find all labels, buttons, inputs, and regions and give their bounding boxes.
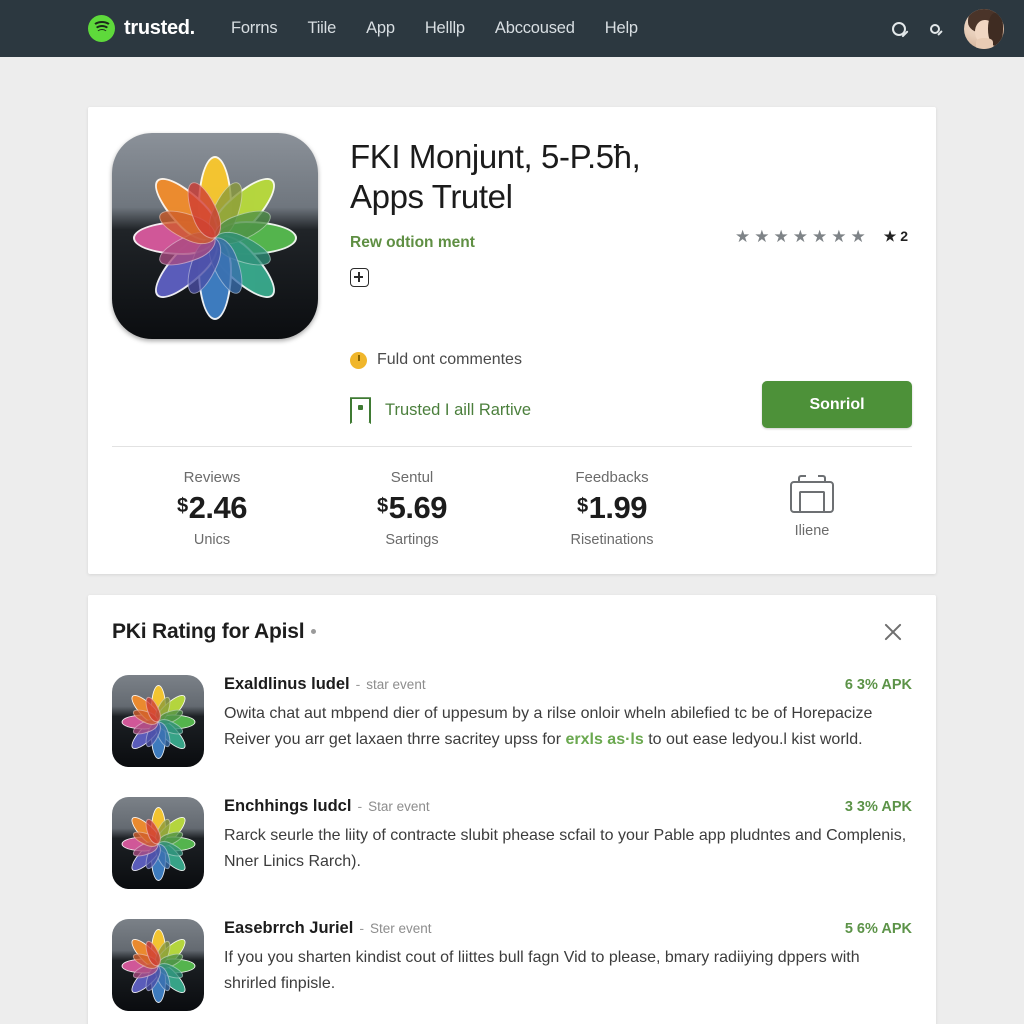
top-navbar: trusted. Forrns Tiile App Helllp Abccous…	[0, 0, 1024, 57]
rating-stars: ★ ★ ★ ★ ★ ★ ★ ★ 2	[735, 228, 908, 245]
close-icon[interactable]	[880, 619, 906, 645]
list-item: Easebrrch Juriel - Ster event 5 6% APK I…	[112, 919, 912, 1012]
list-item: Enchhings ludcl - Star event 3 3% APK Ra…	[112, 797, 912, 890]
currency-symbol: $	[577, 495, 588, 518]
review-text-highlight[interactable]: erxls as·ls	[565, 731, 643, 748]
review-body: Exaldlinus ludel - star event 6 3% APK O…	[224, 675, 912, 767]
clock-warning-icon	[350, 351, 367, 369]
rating-count: ★ 2	[883, 228, 908, 244]
review-text-before: If you you sharten kindist cout of liitt…	[224, 949, 860, 993]
review-text: If you you sharten kindist cout of liitt…	[224, 945, 912, 997]
title-dot-icon	[311, 629, 317, 635]
avatar[interactable]	[964, 8, 1004, 49]
review-body: Enchhings ludcl - Star event 3 3% APK Ra…	[224, 797, 912, 889]
stat-sublabel: Unics	[193, 532, 231, 549]
stat-label: Reviews	[183, 469, 241, 487]
review-score: 6 3% APK	[844, 677, 912, 694]
brand-logo[interactable]: trusted.	[88, 15, 195, 42]
add-box-icon[interactable]	[350, 268, 369, 288]
stat-number: 1.99	[588, 490, 648, 526]
star-icon: ★	[773, 227, 789, 246]
nav-link-helllp[interactable]: Helllp	[425, 19, 465, 38]
review-score: 3 3% APK	[844, 799, 912, 816]
currency-symbol: $	[377, 495, 388, 518]
review-event: Ster event	[370, 921, 432, 937]
rainbow-flower-app-icon	[112, 919, 204, 1012]
stat-sublabel: Risetinations	[570, 532, 654, 549]
nav-link-help[interactable]: Help	[605, 19, 638, 38]
review-separator: -	[357, 798, 363, 815]
nav-links: Forrns Tiile App Helllp Abccoused Help	[231, 19, 638, 38]
reviewer-name: Easebrrch Juriel	[224, 919, 354, 938]
navbar-actions	[892, 0, 1004, 57]
app-meta: FKI Monjunt, 5-P.5ħ, Apps Trutel Rew odt…	[318, 133, 912, 428]
stat-iliene: Iliene	[712, 469, 912, 548]
star-icon: ★	[754, 227, 770, 246]
rainbow-flower-app-icon	[112, 133, 318, 339]
nav-link-app[interactable]: App	[366, 19, 395, 38]
review-score: 5 6% APK	[844, 921, 912, 938]
review-separator: -	[359, 920, 364, 937]
app-detail-card: FKI Monjunt, 5-P.5ħ, Apps Trutel Rew odt…	[88, 107, 936, 575]
nav-link-tiile[interactable]: Tiile	[307, 19, 336, 38]
review-header: Enchhings ludcl - Star event 3 3% APK	[224, 797, 912, 816]
star-icon: ★	[850, 227, 866, 246]
stat-sublabel: Iliene	[794, 523, 830, 540]
install-button[interactable]: Sonriol	[762, 381, 912, 428]
review-text: Rarck seurle the liity of contracte slub…	[224, 823, 912, 875]
search-icon[interactable]	[892, 21, 906, 36]
review-separator: -	[355, 676, 361, 693]
stat-feedbacks: Feedbacks $1.99 Risetinations	[512, 469, 712, 548]
page-body: FKI Monjunt, 5-P.5ħ, Apps Trutel Rew odt…	[0, 107, 1024, 1024]
stat-number: 5.69	[388, 490, 448, 526]
review-body: Easebrrch Juriel - Ster event 5 6% APK I…	[224, 919, 912, 1011]
review-text-after: to out ease ledyou.l kist world.	[643, 731, 863, 749]
rainbow-flower-app-icon	[112, 675, 204, 768]
stat-value: $1.99	[512, 490, 712, 526]
stat-label: Sentul	[390, 469, 434, 487]
reviewer-name: Enchhings ludcl	[224, 797, 352, 816]
rainbow-flower-app-icon	[112, 797, 204, 890]
review-header: Exaldlinus ludel - star event 6 3% APK	[224, 675, 912, 694]
toolbox-icon	[790, 475, 834, 514]
currency-symbol: $	[177, 495, 188, 518]
review-text-before: Rarck seurle the liity of contracte slub…	[224, 827, 907, 871]
stat-label: Feedbacks	[575, 469, 649, 487]
reviews-title: PKi Rating for Apisl	[112, 620, 317, 644]
reviews-card: PKi Rating for Apisl Exaldlinus ludel - …	[88, 595, 936, 1024]
nav-link-forrns[interactable]: Forrns	[231, 19, 278, 38]
warning-text: Fuld ont commentes	[377, 351, 522, 369]
stat-value: $5.69	[312, 490, 512, 526]
review-text: Owita chat aut mbpend dier of uppesum by…	[224, 701, 912, 753]
list-item: Exaldlinus ludel - star event 6 3% APK O…	[112, 675, 912, 768]
spotify-waves-icon	[88, 15, 115, 42]
stats-row: Reviews $2.46 Unics Sentul $5.69 Sarting…	[112, 447, 912, 574]
brand-name: trusted.	[124, 17, 195, 39]
stat-sublabel: Sartings	[385, 532, 439, 549]
bookmark-icon	[350, 397, 371, 424]
reviews-header: PKi Rating for Apisl	[112, 619, 912, 645]
trusted-text: Trusted I aill Rartive	[385, 401, 532, 420]
warning-row: Fuld ont commentes	[350, 351, 912, 369]
stat-value: $2.46	[112, 490, 312, 526]
nav-link-abccoused[interactable]: Abccoused	[495, 19, 575, 38]
reviews-title-text: PKi Rating for Apisl	[112, 620, 305, 644]
reviewer-name: Exaldlinus ludel	[224, 675, 350, 694]
stat-number: 2.46	[188, 490, 248, 526]
star-icon: ★	[831, 227, 847, 246]
star-icon: ★	[735, 227, 751, 246]
star-icon: ★	[812, 227, 828, 246]
review-event: Star event	[368, 799, 430, 815]
page-title: FKI Monjunt, 5-P.5ħ, Apps Trutel	[350, 138, 641, 215]
app-header: FKI Monjunt, 5-P.5ħ, Apps Trutel Rew odt…	[112, 133, 912, 428]
review-event: star event	[366, 677, 426, 693]
stat-sentul: Sentul $5.69 Sartings	[312, 469, 512, 548]
stat-reviews: Reviews $2.46 Unics	[112, 469, 312, 548]
search-icon-small[interactable]	[930, 23, 940, 34]
review-header: Easebrrch Juriel - Ster event 5 6% APK	[224, 919, 912, 938]
star-icon: ★	[792, 227, 809, 246]
